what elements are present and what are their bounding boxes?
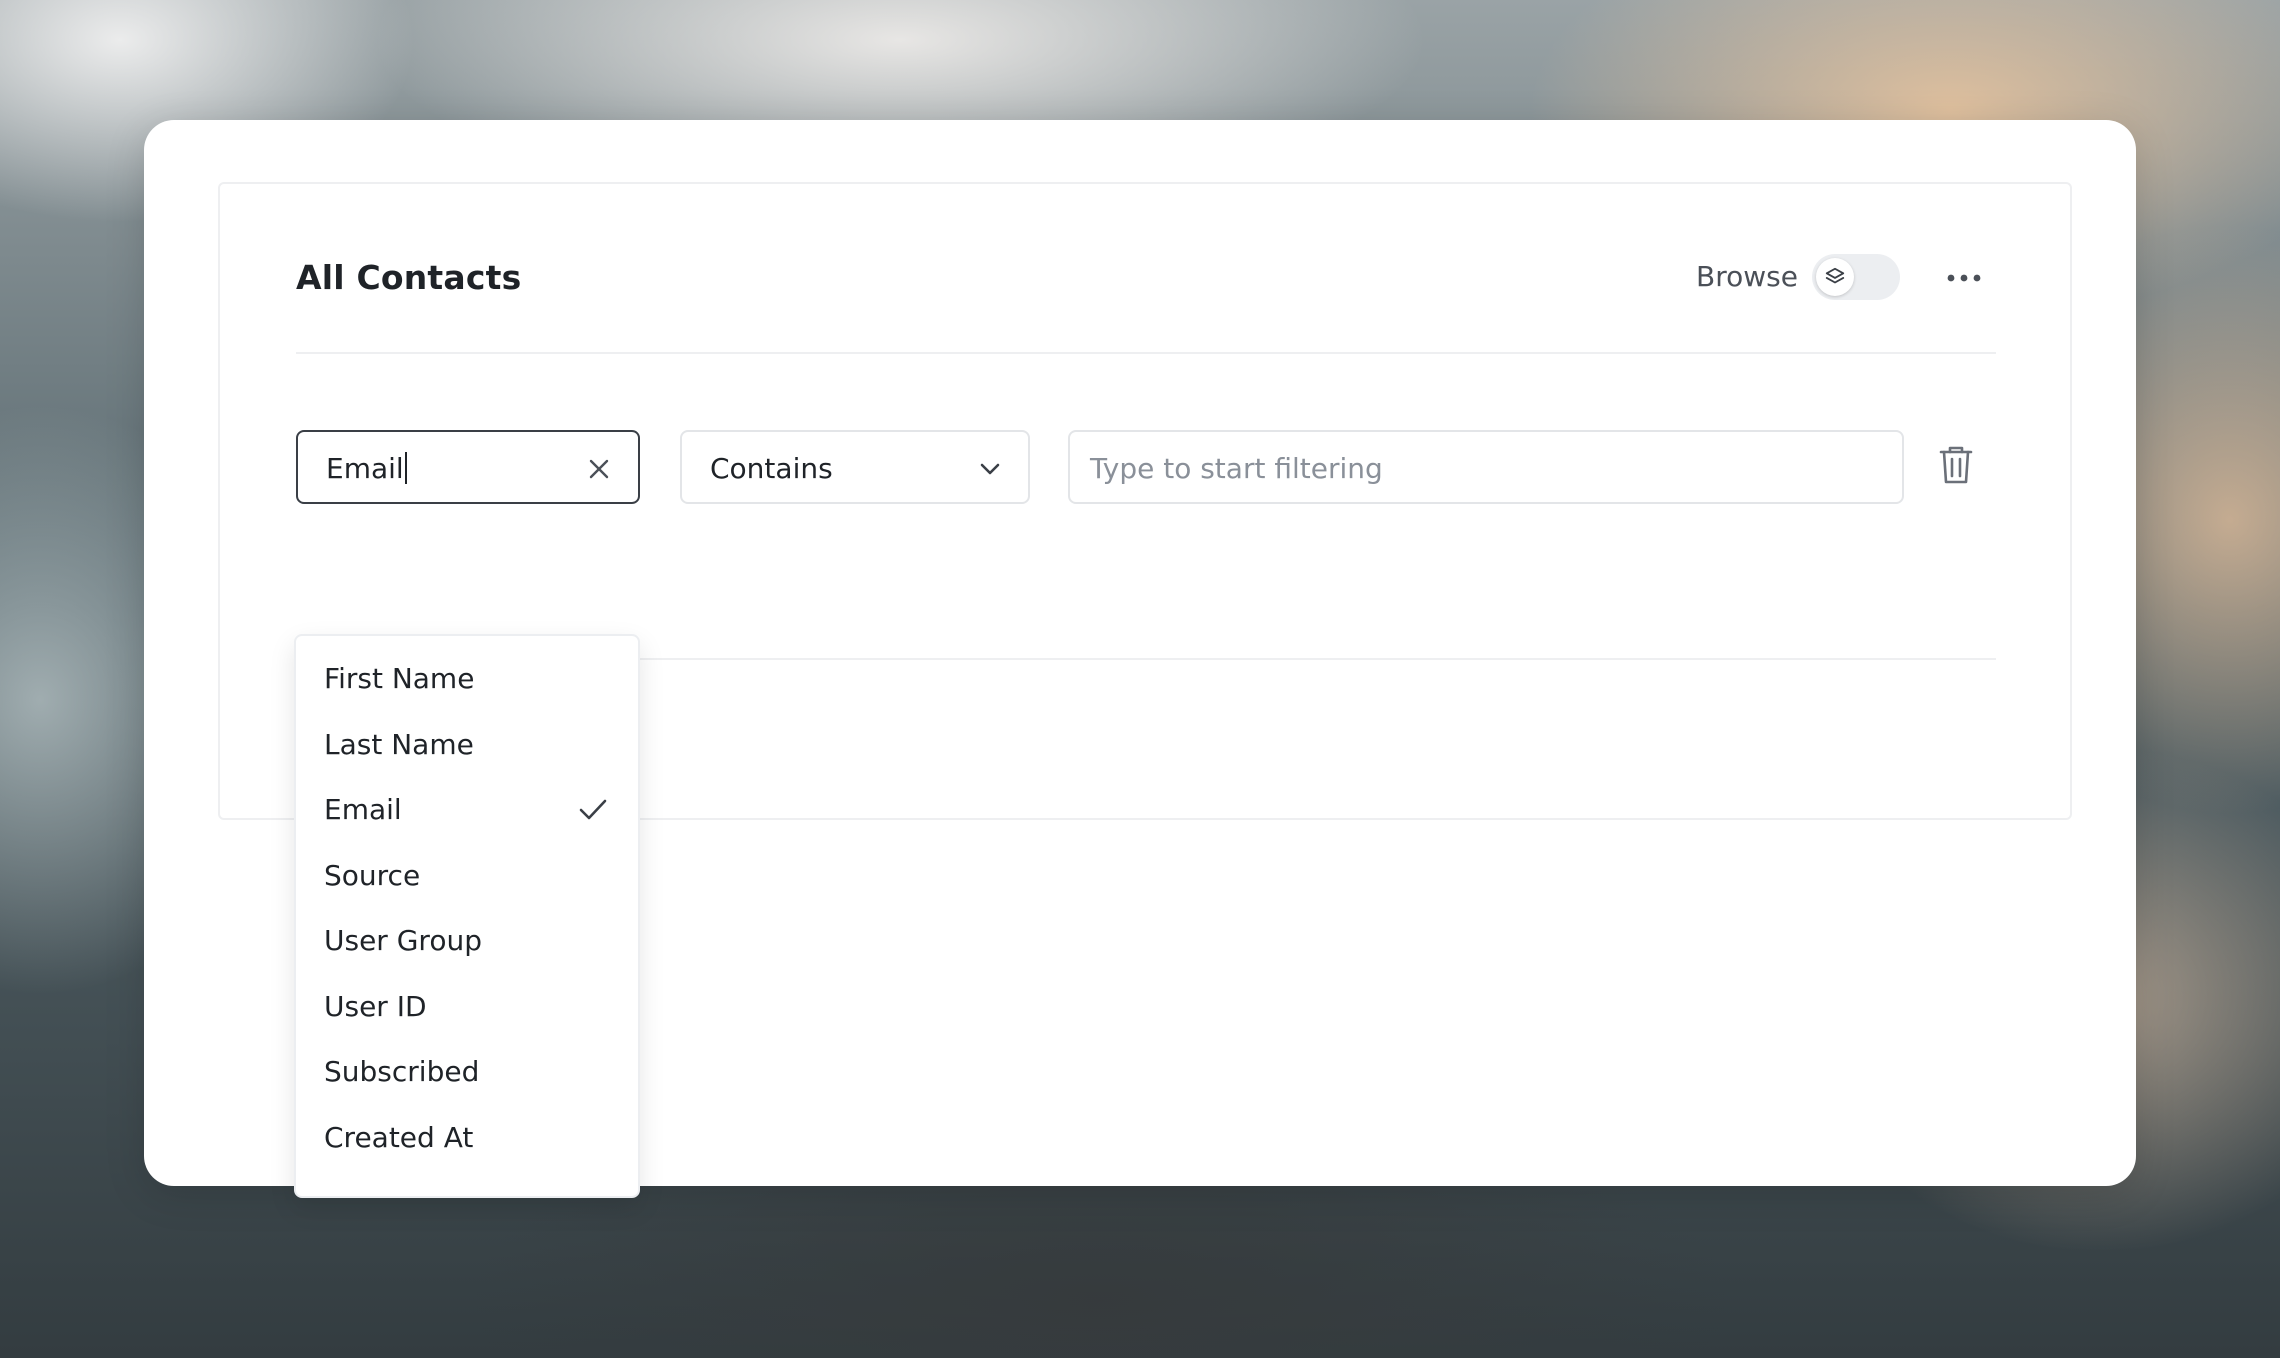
layers-icon [1825, 267, 1845, 284]
browse-toggle[interactable] [1812, 254, 1900, 300]
field-options-list: First Name Last Name Email Source User G… [296, 636, 638, 1170]
option-label: Subscribed [324, 1055, 480, 1089]
field-value: Email [326, 452, 404, 485]
browse-label: Browse [1696, 260, 1798, 293]
page-title: All Contacts [296, 258, 522, 297]
text-caret [404, 452, 407, 484]
filter-value-placeholder: Type to start filtering [1090, 452, 1383, 485]
option-label: Created At [324, 1120, 474, 1154]
option-label: Source [324, 858, 421, 892]
clear-field-button[interactable] [586, 456, 612, 482]
trash-icon [1939, 446, 1973, 484]
contacts-card: All Contacts Browse Email Contains Type … [144, 120, 2136, 1198]
toggle-knob [1816, 258, 1854, 296]
dropdown-option-created-at[interactable]: Created At [296, 1105, 638, 1171]
dropdown-option-subscribed[interactable]: Subscribed [296, 1039, 638, 1105]
dropdown-option-first-name[interactable]: First Name [296, 646, 638, 712]
dropdown-option-user-id[interactable]: User ID [296, 974, 638, 1040]
dropdown-option-source[interactable]: Source [296, 843, 638, 909]
field-dropdown: First Name Last Name Email Source User G… [294, 634, 640, 1198]
dropdown-option-email[interactable]: Email [296, 777, 638, 843]
chevron-down-icon [980, 463, 1000, 475]
check-icon [579, 799, 607, 820]
option-label: User ID [324, 989, 427, 1023]
header-divider [296, 352, 1996, 354]
more-horizontal-icon [1947, 274, 1981, 282]
delete-filter-button[interactable] [1936, 442, 1976, 488]
dropdown-option-last-name[interactable]: Last Name [296, 712, 638, 778]
option-label: Last Name [324, 727, 474, 761]
option-label: First Name [324, 662, 475, 696]
option-label: User Group [324, 924, 482, 958]
field-select-input[interactable]: Email [296, 430, 640, 504]
more-options-button[interactable] [1942, 258, 1986, 298]
filter-value-input[interactable]: Type to start filtering [1068, 430, 1904, 504]
close-icon [589, 459, 609, 479]
operator-select[interactable]: Contains [680, 430, 1030, 504]
dropdown-option-user-group[interactable]: User Group [296, 908, 638, 974]
option-label: Email [324, 793, 402, 827]
operator-value: Contains [710, 452, 833, 485]
